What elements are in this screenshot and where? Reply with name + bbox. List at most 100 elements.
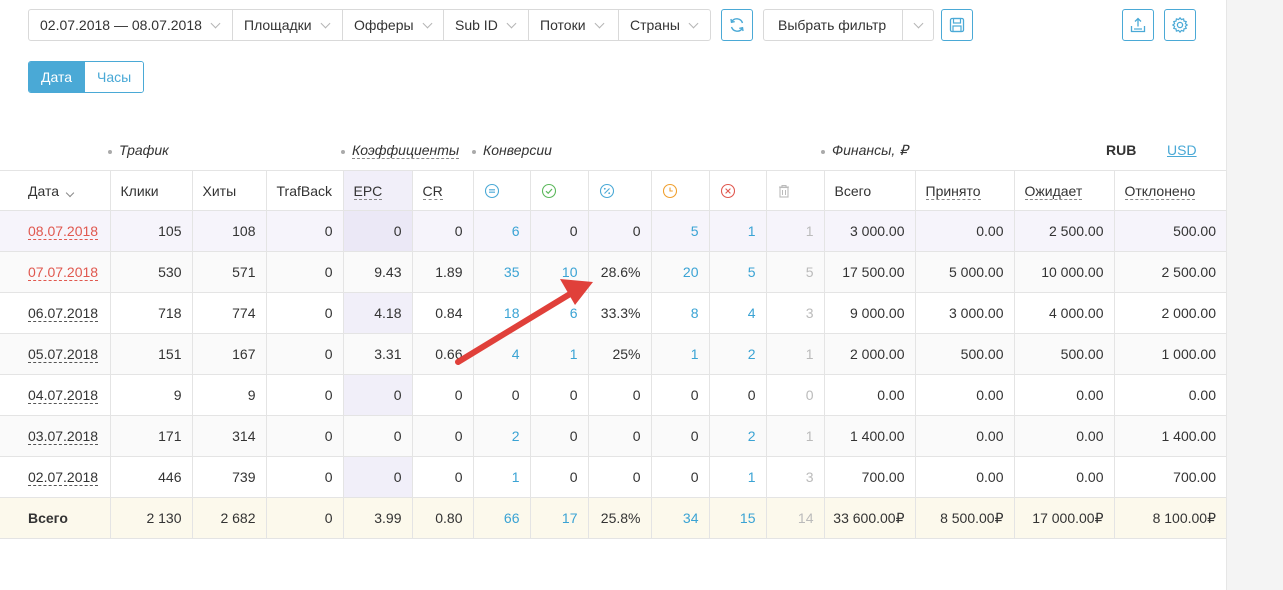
cell-epc: 9.43: [343, 251, 413, 293]
cell-c-rej[interactable]: 2: [709, 415, 767, 457]
sort-desc-icon: [65, 188, 75, 197]
cell-cr: 0.84: [412, 292, 474, 334]
cell-c-trash: 3: [766, 292, 825, 334]
col-conv-all[interactable]: [473, 170, 531, 211]
currency-usd[interactable]: USD: [1167, 142, 1197, 158]
cell-epc: 4.18: [343, 292, 413, 334]
col-date[interactable]: Дата: [0, 170, 111, 211]
col-fin-accepted[interactable]: Принято: [915, 170, 1015, 211]
cell-c-rej[interactable]: 15: [709, 497, 767, 539]
cell-date[interactable]: 02.07.2018: [0, 456, 111, 498]
cell-hits: 739: [192, 456, 267, 498]
cell-date[interactable]: 08.07.2018: [0, 210, 111, 252]
cell-c-ok[interactable]: 17: [530, 497, 589, 539]
toggle-hours[interactable]: Часы: [84, 62, 144, 92]
cell-c-all[interactable]: 66: [473, 497, 531, 539]
toggle-date[interactable]: Дата: [29, 62, 85, 92]
cell-rejected: 2 500.00: [1114, 251, 1226, 293]
date-link[interactable]: 05.07.2018: [28, 346, 99, 363]
col-conv-trash[interactable]: [766, 170, 825, 211]
col-epc[interactable]: EPC: [343, 170, 413, 211]
date-link[interactable]: 04.07.2018: [28, 387, 99, 404]
cell-c-all[interactable]: 18: [473, 292, 531, 334]
cell-pending: 4 000.00: [1014, 292, 1115, 334]
col-cr[interactable]: CR: [412, 170, 474, 211]
cell-c-ok[interactable]: 1: [530, 333, 589, 375]
refresh-icon: [730, 18, 744, 32]
cell-c-rej[interactable]: 2: [709, 333, 767, 375]
filter-countries[interactable]: Страны: [618, 10, 710, 40]
cell-cr: 0: [412, 374, 474, 416]
filter-platforms[interactable]: Площадки: [232, 10, 342, 40]
cell-c-all[interactable]: 35: [473, 251, 531, 293]
cell-pending: 0.00: [1014, 415, 1115, 457]
date-range-picker[interactable]: 02.07.2018 — 08.07.2018: [29, 10, 232, 40]
col-fin-rejected[interactable]: Отклонено: [1114, 170, 1226, 211]
date-link[interactable]: 03.07.2018: [28, 428, 99, 445]
col-fin-total[interactable]: Всего: [824, 170, 916, 211]
cell-clicks: 446: [110, 456, 193, 498]
date-link[interactable]: 07.07.2018: [28, 264, 99, 281]
cell-c-rej[interactable]: 1: [709, 456, 767, 498]
select-filter-dropdown[interactable]: Выбрать фильтр: [763, 9, 934, 41]
col-conv-approved[interactable]: [530, 170, 589, 211]
cell-epc: 3.99: [343, 497, 413, 539]
cell-c-ok: 0: [530, 456, 589, 498]
cell-date[interactable]: 05.07.2018: [0, 333, 111, 375]
save-filter-button[interactable]: [941, 9, 973, 41]
cell-c-ok[interactable]: 6: [530, 292, 589, 334]
date-link[interactable]: 06.07.2018: [28, 305, 99, 322]
col-fin-pending[interactable]: Ожидает: [1014, 170, 1115, 211]
cell-c-pct: 25%: [588, 333, 652, 375]
cell-date[interactable]: 06.07.2018: [0, 292, 111, 334]
settings-button[interactable]: [1164, 9, 1196, 41]
group-traffic-label: Трафик: [119, 142, 169, 158]
cell-c-all[interactable]: 4: [473, 333, 531, 375]
cell-c-rej[interactable]: 4: [709, 292, 767, 334]
col-hits[interactable]: Хиты: [192, 170, 267, 211]
cell-clicks: 9: [110, 374, 193, 416]
export-button[interactable]: [1122, 9, 1154, 41]
cell-c-wait[interactable]: 20: [651, 251, 710, 293]
cell-c-rej[interactable]: 5: [709, 251, 767, 293]
filter-offers-label: Офферы: [354, 17, 414, 33]
cell-rejected: 8 100.00₽: [1114, 497, 1226, 539]
cell-pending: 2 500.00: [1014, 210, 1115, 252]
cell-c-all[interactable]: 6: [473, 210, 531, 252]
table-row: 05.07.2018 151 167 0 3.31 0.66 4 1 25% 1 2 1 2 000.0…: [0, 333, 1226, 375]
cell-trafback: 0: [266, 292, 344, 334]
group-coefficients[interactable]: Коэффициенты: [341, 142, 460, 159]
cell-c-all[interactable]: 2: [473, 415, 531, 457]
cell-c-wait[interactable]: 5: [651, 210, 710, 252]
date-link[interactable]: 08.07.2018: [28, 223, 99, 240]
date-link[interactable]: 02.07.2018: [28, 469, 99, 486]
cell-c-wait[interactable]: 34: [651, 497, 710, 539]
filter-offers[interactable]: Офферы: [342, 10, 443, 40]
cell-c-all[interactable]: 1: [473, 456, 531, 498]
col-conv-percent[interactable]: [588, 170, 652, 211]
filter-streams[interactable]: Потоки: [528, 10, 618, 40]
cell-clicks: 530: [110, 251, 193, 293]
cell-date[interactable]: 03.07.2018: [0, 415, 111, 457]
select-filter-arrow[interactable]: [903, 10, 933, 40]
col-conv-pending[interactable]: [651, 170, 710, 211]
cell-c-wait[interactable]: 1: [651, 333, 710, 375]
col-clicks[interactable]: Клики: [110, 170, 193, 211]
filter-subid[interactable]: Sub ID: [443, 10, 528, 40]
cell-c-ok[interactable]: 10: [530, 251, 589, 293]
col-trafback[interactable]: TrafBack: [266, 170, 344, 211]
cell-trafback: 0: [266, 251, 344, 293]
currency-rub[interactable]: RUB: [1106, 142, 1136, 158]
cell-total: 1 400.00: [824, 415, 916, 457]
cell-pending: 0.00: [1014, 456, 1115, 498]
export-icon: [1130, 17, 1146, 33]
cell-c-rej[interactable]: 1: [709, 210, 767, 252]
cell-c-wait[interactable]: 8: [651, 292, 710, 334]
col-conv-rejected[interactable]: [709, 170, 767, 211]
cell-accepted: 0.00: [915, 415, 1015, 457]
cell-c-all: 0: [473, 374, 531, 416]
cell-date[interactable]: 07.07.2018: [0, 251, 111, 293]
cell-date[interactable]: 04.07.2018: [0, 374, 111, 416]
cell-hits: 571: [192, 251, 267, 293]
refresh-button[interactable]: [721, 9, 753, 41]
